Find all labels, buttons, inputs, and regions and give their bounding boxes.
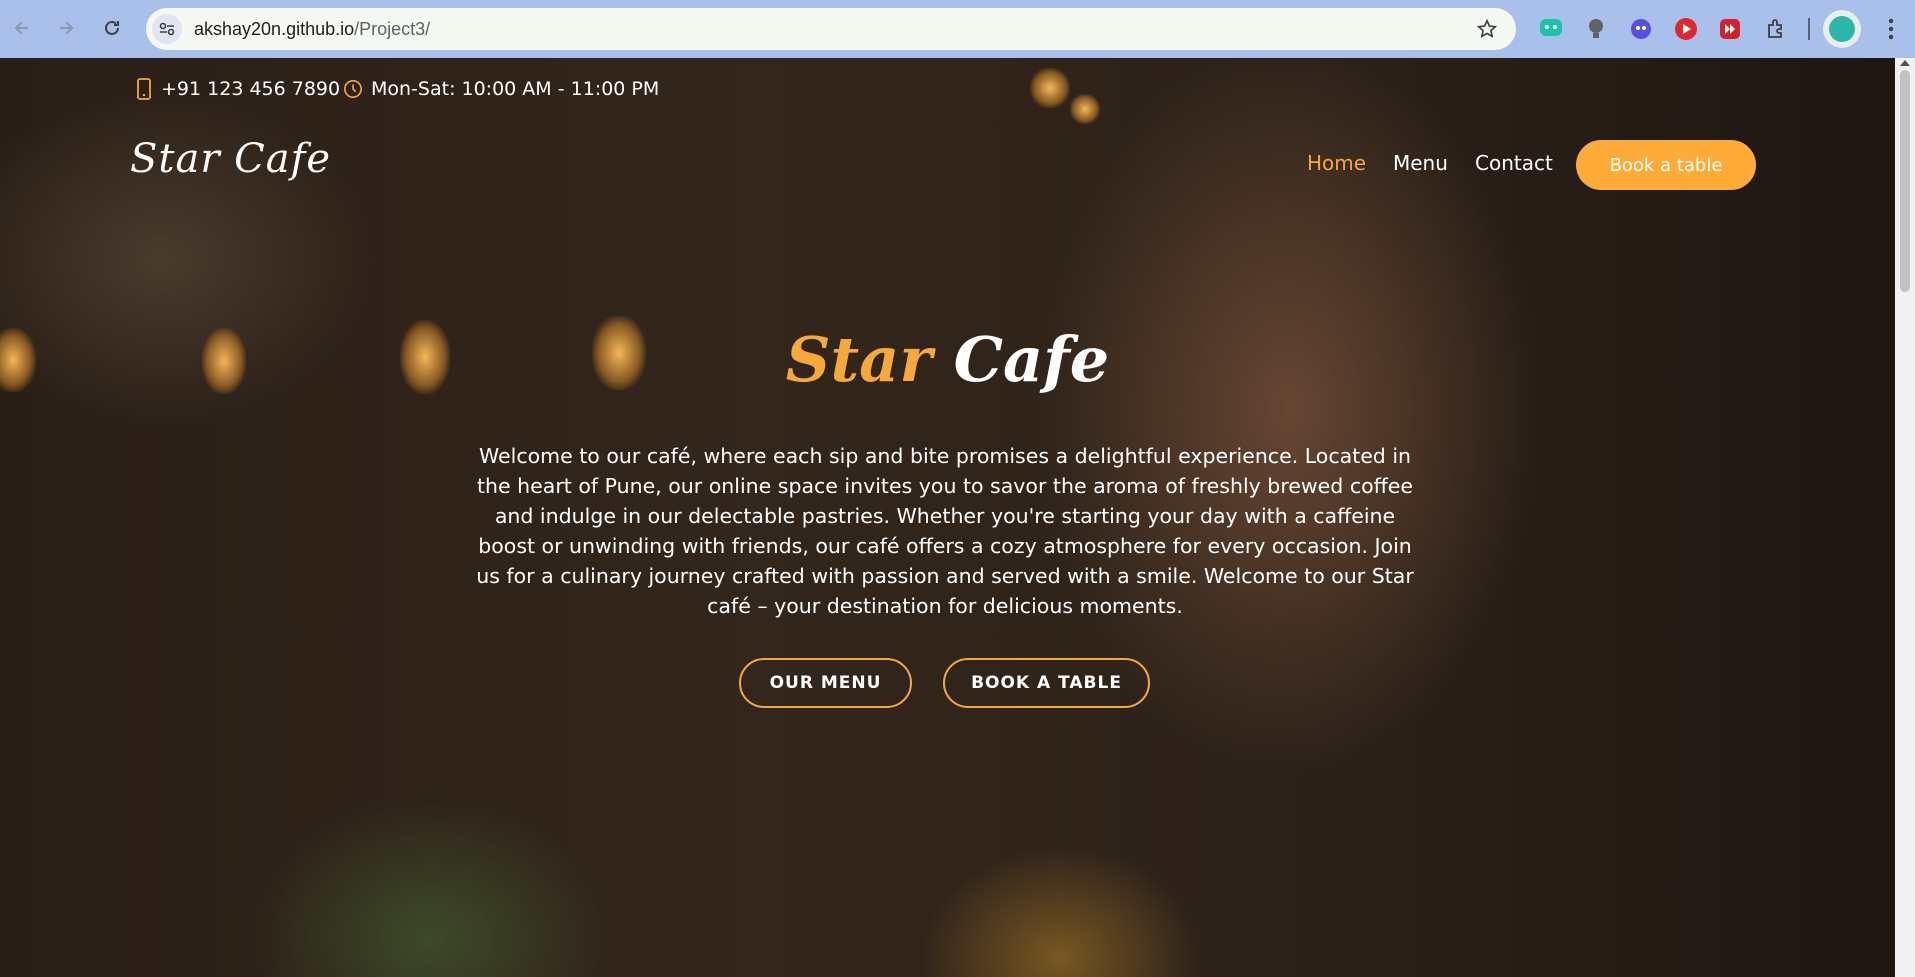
- back-button[interactable]: [8, 14, 36, 42]
- reload-button[interactable]: [98, 14, 126, 42]
- hero-description: Welcome to our café, where each sip and …: [476, 444, 1414, 618]
- url-host: akshay20n.github.io: [194, 18, 355, 39]
- our-menu-button[interactable]: OUR MENU: [739, 658, 912, 708]
- bookmark-star-icon[interactable]: [1476, 18, 1498, 40]
- hero-title-cafe: Cafe: [953, 323, 1110, 396]
- clock-icon: [344, 80, 362, 98]
- extensions-puzzle-icon[interactable]: [1762, 15, 1790, 43]
- hero-title-star: Star: [785, 323, 933, 396]
- tune-icon: [159, 22, 175, 36]
- more-options-icon[interactable]: [1881, 16, 1901, 42]
- book-a-table-button[interactable]: BOOK A TABLE: [943, 658, 1150, 708]
- book-table-button[interactable]: Book a table: [1576, 140, 1756, 190]
- url-text: akshay20n.github.io/Project3/: [194, 19, 430, 40]
- page-scrollbar[interactable]: [1895, 58, 1915, 977]
- address-bar[interactable]: akshay20n.github.io/Project3/: [146, 8, 1516, 50]
- site-info-button[interactable]: [152, 14, 182, 44]
- background-light: [1030, 68, 1070, 108]
- nav-menu[interactable]: Menu: [1393, 151, 1448, 175]
- extension-chat-icon[interactable]: [1537, 15, 1565, 43]
- extension-forward-icon[interactable]: [1716, 15, 1744, 43]
- hero-title: Star Cafe: [0, 323, 1895, 396]
- toolbar-divider: [1808, 18, 1810, 40]
- hero-section: +91 123 456 7890 Mon-Sat: 10:00 AM - 11:…: [0, 58, 1895, 977]
- opening-hours: Mon-Sat: 10:00 AM - 11:00 PM: [371, 78, 660, 100]
- extension-play-icon[interactable]: [1672, 15, 1700, 43]
- url-path: /Project3/: [354, 18, 431, 39]
- phone-number: +91 123 456 7890: [161, 78, 341, 100]
- scroll-thumb[interactable]: [1900, 70, 1910, 292]
- nav-home[interactable]: Home: [1307, 151, 1366, 175]
- topbar-phone: +91 123 456 7890: [135, 78, 340, 100]
- browser-toolbar: akshay20n.github.io/Project3/: [0, 0, 1915, 58]
- reload-icon: [105, 20, 119, 35]
- phone-icon: [137, 78, 151, 100]
- profile-avatar[interactable]: [1823, 10, 1861, 48]
- extension-bulb-icon[interactable]: [1582, 15, 1610, 43]
- forward-button[interactable]: [52, 14, 80, 42]
- brand-logo[interactable]: Star Cafe: [130, 136, 331, 182]
- arrow-right-icon: [60, 21, 74, 35]
- extension-face-icon[interactable]: [1627, 15, 1655, 43]
- nav-contact[interactable]: Contact: [1475, 151, 1553, 175]
- background-light: [1070, 94, 1100, 124]
- arrow-left-icon: [14, 21, 28, 35]
- topbar-hours: Mon-Sat: 10:00 AM - 11:00 PM: [343, 78, 659, 100]
- scroll-up-arrow[interactable]: [1900, 60, 1910, 66]
